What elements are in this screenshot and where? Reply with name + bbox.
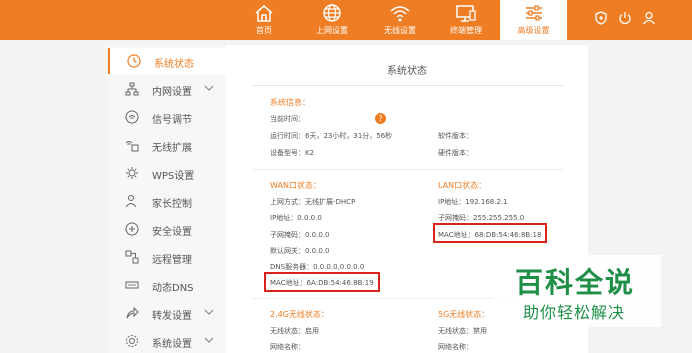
wireless-5g-heading: 5G无线状态： (438, 310, 490, 319)
nav-item-devices[interactable]: 终端管理 (436, 0, 496, 40)
power-icon[interactable] (617, 10, 633, 26)
wan-gateway-row: 默认网关：0.0.0.0 (270, 247, 330, 255)
title-divider (252, 85, 564, 86)
sidebar-item-signal[interactable]: 信号调节 (108, 104, 226, 130)
chevron-down-icon (204, 337, 214, 343)
sidebar-item-label: 家长控制 (152, 199, 192, 210)
person-icon (125, 195, 137, 208)
current-time-row: 当前时间： (270, 115, 305, 123)
nav-label: 首页 (256, 26, 272, 35)
wan-mode-row: 上网方式：无线扩展-DHCP (270, 198, 356, 206)
top-nav-bar: 首页 上网设置 无线设置 终端管理 高级设置 (0, 0, 692, 40)
clock-icon (127, 54, 141, 68)
wan-dns-row: DNS服务器：0.0.0.0,0.0.0.0 (270, 263, 365, 271)
sidebar-item-wireless-extend[interactable]: 无线扩展 (108, 132, 226, 158)
sidebar-item-label: 动态DNS (152, 283, 194, 294)
chevron-down-icon (204, 309, 214, 315)
home-icon (255, 5, 273, 22)
help-icon[interactable]: ? (375, 113, 386, 124)
sidebar-item-label: WPS设置 (152, 171, 195, 182)
nav-item-wireless[interactable]: 无线设置 (372, 0, 428, 40)
system-info-heading: 系统信息： (270, 98, 310, 107)
sidebar-menu: 系统状态 内网设置 信号调节 无线扩展 WPS设置 家长控制 安全设置 远程管理… (108, 45, 226, 353)
gear-icon (126, 167, 138, 179)
remote-icon (125, 250, 139, 264)
sidebar-item-lan-settings[interactable]: 内网设置 (108, 76, 226, 102)
lan-mac-highlight-box (433, 223, 547, 243)
sidebar-item-label: 系统设置 (152, 339, 192, 350)
nav-item-home[interactable]: 首页 (243, 0, 285, 40)
wan-mac-highlight-box (264, 272, 380, 292)
share-icon (126, 306, 139, 319)
wan-mask-row: 子网掩码：0.0.0.0 (270, 231, 330, 239)
hardware-version-row: 硬件版本： (438, 149, 473, 157)
sidebar-item-label: 转发设置 (152, 311, 192, 322)
page-title: 系统状态 (387, 66, 427, 77)
user-icon[interactable] (641, 10, 657, 26)
software-version-row: 软件版本： (438, 132, 473, 140)
sidebar-item-label: 信号调节 (152, 115, 192, 126)
dns-icon (125, 281, 139, 289)
sidebar-item-wps[interactable]: WPS设置 (108, 160, 226, 186)
section-divider (252, 169, 564, 170)
lan-ip-row: IP地址：192.168.2.1 (438, 198, 508, 206)
settings-icon (126, 335, 138, 347)
sidebar-item-label: 安全设置 (152, 227, 192, 238)
shield-icon[interactable] (593, 10, 609, 26)
wireless-5g-name-row: 网络名称： (438, 343, 473, 351)
sidebar-item-ddns[interactable]: 动态DNS (108, 272, 226, 298)
wifi-icon (390, 6, 410, 22)
sidebar-item-security[interactable]: 安全设置 (108, 216, 226, 242)
wireless-24g-heading: 2.4G无线状态： (270, 310, 329, 319)
wireless-24g-name-row: 网络名称： (270, 343, 305, 351)
uptime-row: 运行时间：6天，23小时，31分，56秒 (270, 132, 393, 140)
sidebar-item-system-settings[interactable]: 系统设置 (108, 328, 226, 353)
wan-ip-row: IP地址：0.0.0.0 (270, 214, 322, 222)
globe-icon (323, 4, 341, 22)
model-row: 设备型号：K2 (270, 149, 315, 157)
watermark-title: 百科全说 (515, 266, 636, 299)
extend-icon (125, 141, 139, 152)
sidebar-item-label: 远程管理 (152, 255, 192, 266)
network-icon (125, 82, 139, 96)
lan-status-heading: LAN口状态： (438, 181, 487, 190)
chevron-down-icon (204, 85, 214, 91)
sidebar-item-remote[interactable]: 远程管理 (108, 244, 226, 270)
lan-mask-row: 子网掩码：255.255.255.0 (438, 214, 525, 222)
devices-icon (456, 5, 476, 22)
sidebar-item-label: 系统状态 (154, 59, 194, 70)
nav-label: 高级设置 (517, 26, 550, 35)
wireless-5g-status-row: 无线状态：禁用 (438, 327, 487, 335)
nav-label: 上网设置 (316, 26, 348, 35)
sidebar-item-parental[interactable]: 家长控制 (108, 188, 226, 214)
plus-shield-icon (125, 222, 139, 236)
watermark: 百科全说 助你轻松解决 (493, 255, 661, 327)
nav-item-advanced[interactable]: 高级设置 (500, 0, 567, 40)
wan-status-heading: WAN口状态： (270, 181, 321, 190)
wireless-24g-status-row: 无线状态：启用 (270, 327, 319, 335)
sliders-icon (525, 5, 542, 21)
sidebar-item-label: 内网设置 (152, 87, 192, 98)
nav-label: 终端管理 (450, 26, 482, 35)
signal-icon (125, 110, 139, 124)
nav-label: 无线设置 (384, 26, 416, 35)
sidebar-item-forwarding[interactable]: 转发设置 (108, 300, 226, 326)
nav-item-internet[interactable]: 上网设置 (304, 0, 360, 40)
watermark-subtitle: 助你轻松解决 (523, 303, 626, 322)
sidebar-item-system-status[interactable]: 系统状态 (108, 48, 226, 74)
sidebar-item-label: 无线扩展 (152, 143, 192, 154)
